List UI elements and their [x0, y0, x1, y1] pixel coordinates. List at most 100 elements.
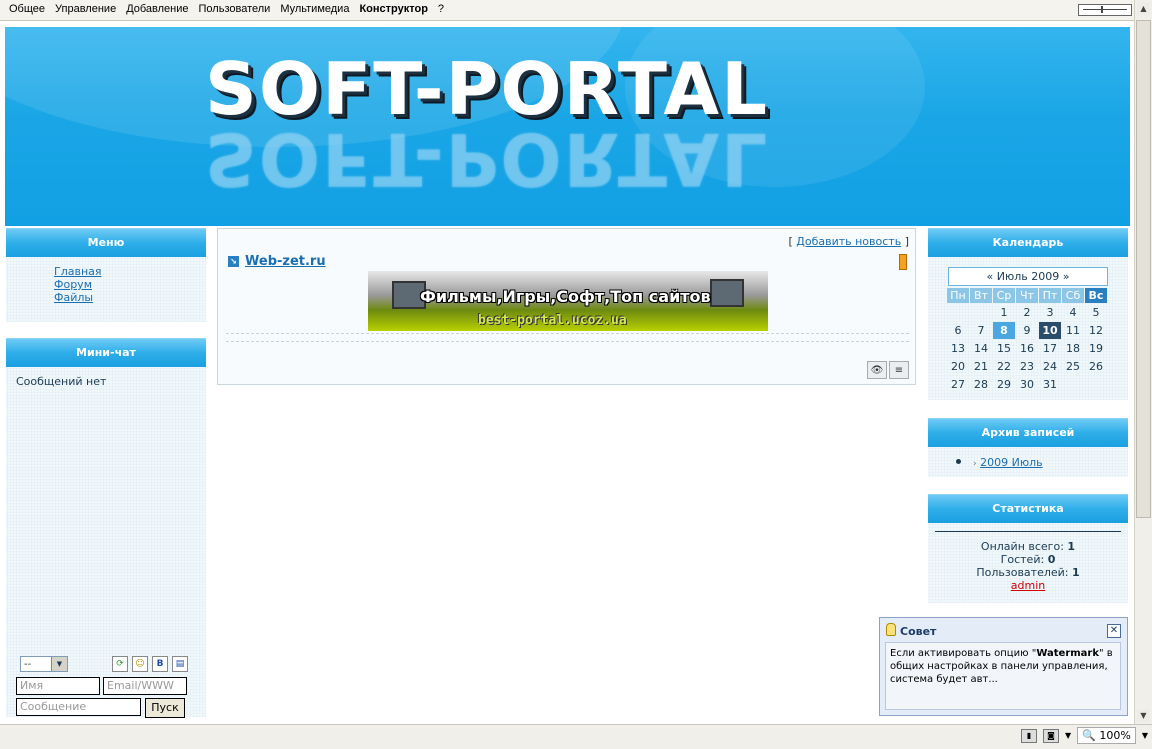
chat-name-field[interactable]: Имя — [16, 677, 100, 695]
calendar-weekday: Вс — [1085, 288, 1107, 303]
ad-banner[interactable]: Фильмы,Игры,Софт,Топ сайтов best-portal.… — [368, 271, 768, 331]
chat-tools: ⟳ ☺ B ▤ — [112, 656, 188, 672]
stats-panel: Онлайн всего: 1 Гостей: 0 Пользователей:… — [928, 540, 1128, 592]
admin-user-link[interactable]: admin — [1011, 579, 1045, 592]
calendar-day[interactable]: 21 — [970, 358, 992, 375]
calendar-grid: Пн Вт Ср Чт Пт Сб Вс 1 2 3 4 5 6 7 8 9 10 11 12 13 14 15 16 17 1… — [947, 288, 1109, 393]
smiley-icon[interactable]: ☺ — [132, 656, 148, 672]
toolbar-slider[interactable] — [1078, 4, 1132, 16]
stats-users-value: 1 — [1072, 566, 1080, 579]
ad-url: best-portal.ucoz.ua — [478, 313, 627, 328]
calendar-empty-cell — [947, 304, 969, 321]
bullet-icon — [956, 459, 961, 464]
tip-text-bold: Watermark — [1036, 648, 1099, 659]
status-tools: ▮ ◙ ▼ 🔍 100% ▼ — [1021, 727, 1148, 744]
menu-help[interactable]: ? — [433, 3, 449, 15]
details-icon[interactable]: ≡ — [889, 361, 909, 379]
calendar-day[interactable]: 9 — [1016, 322, 1038, 339]
chat-select-value: -- — [24, 659, 32, 670]
scroll-up-icon[interactable]: ▲ — [1137, 2, 1150, 15]
news-title: ↘ Web-zet.ru — [228, 254, 326, 269]
vertical-scrollbar[interactable]: ▲ ▼ — [1134, 0, 1152, 724]
calendar-day[interactable]: 27 — [947, 376, 969, 393]
chevron-down-icon[interactable]: ▼ — [51, 657, 67, 671]
calendar-day[interactable]: 13 — [947, 340, 969, 357]
bbcode-icon[interactable]: B — [152, 656, 168, 672]
menu-link-forum[interactable]: Форум — [54, 278, 92, 291]
calendar-day[interactable]: 15 — [993, 340, 1015, 357]
stats-users-label: Пользователей: — [976, 566, 1069, 579]
view-icon[interactable]: 👁 — [867, 361, 887, 379]
tip-text-before: Если активировать опцию " — [890, 648, 1037, 659]
menu-link-home[interactable]: Главная — [54, 265, 102, 278]
calendar-empty-cell — [1085, 376, 1107, 393]
menu-users[interactable]: Пользователи — [194, 3, 276, 15]
collapse-arrow-icon[interactable] — [899, 254, 907, 270]
calendar-day[interactable]: 25 — [1062, 358, 1084, 375]
calendar-day[interactable]: 5 — [1085, 304, 1107, 321]
calendar-day[interactable]: 10 — [1039, 322, 1061, 339]
chat-message-field[interactable]: Сообщение — [16, 698, 141, 716]
stats-online-value: 1 — [1067, 540, 1076, 553]
calendar-day[interactable]: 14 — [970, 340, 992, 357]
calendar-day[interactable]: 30 — [1016, 376, 1038, 393]
calendar-day[interactable]: 17 — [1039, 340, 1061, 357]
calendar-day[interactable]: 6 — [947, 322, 969, 339]
site-logo[interactable]: SOFT-PORTAL — [205, 53, 769, 125]
logo-reflection: SOFT-PORTAL — [205, 117, 769, 201]
site-menu: Главная Форум Файлы — [54, 265, 102, 304]
calendar-day[interactable]: 2 — [1016, 304, 1038, 321]
menu-constructor[interactable]: Конструктор — [354, 3, 432, 15]
calendar-weekday: Вт — [970, 288, 992, 303]
calendar-day[interactable]: 20 — [947, 358, 969, 375]
calendar-day[interactable]: 22 — [993, 358, 1015, 375]
chat-select[interactable]: -- ▼ — [20, 656, 68, 672]
calendar-day[interactable]: 16 — [1016, 340, 1038, 357]
calendar-empty-cell — [970, 304, 992, 321]
refresh-icon[interactable]: ⟳ — [112, 656, 128, 672]
calendar-day[interactable]: 1 — [993, 304, 1015, 321]
archive-link[interactable]: 2009 Июль — [980, 456, 1043, 469]
camera-icon[interactable]: ◙ — [1043, 728, 1060, 743]
scroll-down-icon[interactable]: ▼ — [1137, 709, 1150, 722]
chat-email-field[interactable]: Email/WWW — [103, 677, 187, 695]
chevron-down-icon[interactable]: ▼ — [1065, 731, 1071, 740]
calendar-day[interactable]: 12 — [1085, 322, 1107, 339]
calendar-day[interactable]: 31 — [1039, 376, 1061, 393]
calendar-day[interactable]: 8 — [993, 322, 1015, 339]
menu-add[interactable]: Добавление — [121, 3, 193, 15]
calendar-day[interactable]: 29 — [993, 376, 1015, 393]
stats-guests-label: Гостей: — [1000, 553, 1045, 566]
calendar-day[interactable]: 26 — [1085, 358, 1107, 375]
minichat-block-title: Мини-чат — [6, 338, 206, 367]
calendar-day[interactable]: 24 — [1039, 358, 1061, 375]
add-news-link[interactable]: Добавить новость — [796, 235, 901, 248]
news-title-link[interactable]: Web-zet.ru — [245, 254, 326, 269]
scroll-thumb[interactable] — [1136, 20, 1151, 518]
archive-list: › 2009 Июль — [956, 456, 1043, 469]
chevron-down-icon[interactable]: ▼ — [1142, 731, 1148, 740]
menu-link-files[interactable]: Файлы — [54, 291, 93, 304]
menu-general[interactable]: Общее — [4, 3, 50, 15]
calendar-block-title: Календарь — [928, 228, 1128, 257]
chat-send-button[interactable]: Пуск — [145, 698, 185, 718]
calendar-day[interactable]: 11 — [1062, 322, 1084, 339]
tip-title: Совет — [900, 625, 937, 638]
menu-management[interactable]: Управление — [50, 3, 121, 15]
calendar-day[interactable]: 18 — [1062, 340, 1084, 357]
calendar: « Июль 2009 » Пн Вт Ср Чт Пт Сб Вс 1 2 3 4 5 6 7 8 9 10 1… — [947, 267, 1109, 393]
calendar-month-nav[interactable]: « Июль 2009 » — [948, 267, 1108, 286]
calendar-day[interactable]: 23 — [1016, 358, 1038, 375]
clipboard-icon[interactable]: ▤ — [172, 656, 188, 672]
calendar-day[interactable]: 7 — [970, 322, 992, 339]
calendar-day[interactable]: 19 — [1085, 340, 1107, 357]
calendar-day[interactable]: 28 — [970, 376, 992, 393]
arrow-icon: ↘ — [228, 256, 239, 267]
calendar-day[interactable]: 3 — [1039, 304, 1061, 321]
calendar-day[interactable]: 4 — [1062, 304, 1084, 321]
menu-multimedia[interactable]: Мультимедиа — [275, 3, 354, 15]
calendar-weekday: Пн — [947, 288, 969, 303]
zoom-control[interactable]: 🔍 100% — [1077, 727, 1136, 744]
close-icon[interactable]: ✕ — [1107, 624, 1121, 638]
security-icon[interactable]: ▮ — [1021, 728, 1038, 743]
